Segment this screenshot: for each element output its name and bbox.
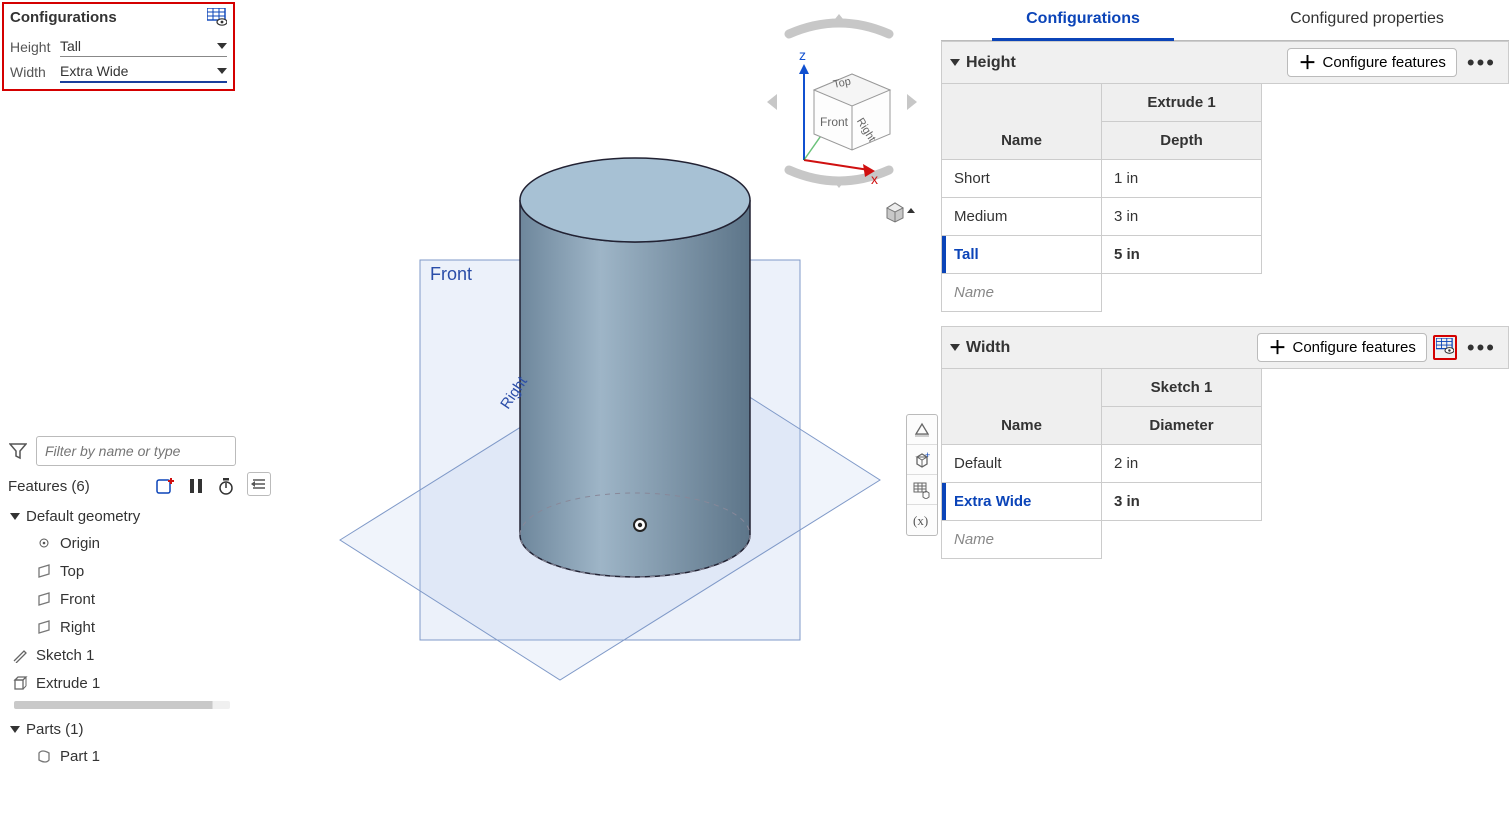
- section-header-height[interactable]: Height ＋ Configure features •••: [941, 41, 1509, 84]
- col-header-feature: Extrude 1: [1102, 84, 1262, 122]
- extrude-icon: [10, 673, 30, 693]
- config-table-width-active-row: Extra Wide 3 in: [941, 483, 1509, 521]
- filter-input[interactable]: [36, 436, 236, 466]
- part-icon: [34, 746, 54, 766]
- config-height-label: Height: [10, 39, 56, 55]
- config-table-visibility-icon[interactable]: [207, 8, 227, 26]
- tree-group-label: Parts (1): [26, 721, 84, 738]
- plane-icon: [34, 561, 54, 581]
- plane-icon: [34, 617, 54, 637]
- insert-part-button[interactable]: +: [907, 445, 937, 475]
- section-title: Width: [966, 339, 1010, 357]
- sketch-icon: [10, 645, 30, 665]
- tree-item-label: Part 1: [60, 748, 100, 765]
- section-header-width[interactable]: Width ＋ Configure features •••: [941, 326, 1509, 369]
- tab-configurations[interactable]: Configurations: [941, 0, 1225, 40]
- configure-features-button[interactable]: ＋ Configure features: [1257, 333, 1426, 362]
- chevron-down-icon: [10, 513, 20, 520]
- cfg-cell-name[interactable]: Medium: [942, 198, 1102, 236]
- col-header-name: Name: [942, 84, 1102, 160]
- col-header-feature: Sketch 1: [1102, 369, 1262, 407]
- configurations-title: Configurations: [10, 9, 117, 26]
- svg-text:Front: Front: [820, 115, 849, 129]
- appearance-tool-button[interactable]: [907, 415, 937, 445]
- tree-item-right[interactable]: Right: [8, 613, 236, 641]
- config-table-button[interactable]: [907, 475, 937, 505]
- button-label: Configure features: [1322, 54, 1445, 71]
- configurations-panel: Configurations Height Tall Width Extra W…: [2, 2, 235, 91]
- scroll-indicator: [14, 701, 230, 709]
- plane-icon: [34, 589, 54, 609]
- view-cube[interactable]: z x y Top Front Right: [759, 10, 924, 200]
- config-table-height: Name Extrude 1 Depth Short 1 in Medium 3…: [941, 84, 1509, 236]
- section-title: Height: [966, 54, 1016, 72]
- tree-item-label: Extrude 1: [36, 675, 100, 692]
- col-header-param: Depth: [1102, 122, 1262, 160]
- config-height-value: Tall: [60, 38, 217, 54]
- tree-item-label: Sketch 1: [36, 647, 94, 664]
- config-height-dropdown[interactable]: Tall: [60, 36, 227, 57]
- features-heading: Features (6): [8, 478, 90, 495]
- tree-group-default-geometry[interactable]: Default geometry: [8, 504, 236, 529]
- tree-item-top[interactable]: Top: [8, 557, 236, 585]
- col-header-name: Name: [942, 369, 1102, 445]
- tab-configured-properties[interactable]: Configured properties: [1225, 0, 1509, 40]
- tree-item-part1[interactable]: Part 1: [8, 742, 236, 770]
- cfg-cell-name[interactable]: Extra Wide: [942, 483, 1102, 521]
- col-header-param: Diameter: [1102, 407, 1262, 445]
- tree-item-label: Origin: [60, 535, 100, 552]
- config-table-visibility-icon[interactable]: [1433, 335, 1457, 360]
- add-feature-icon[interactable]: [156, 476, 176, 496]
- configuration-editor-panel: Configurations Configured properties Hei…: [941, 0, 1509, 840]
- svg-text:x: x: [871, 171, 878, 187]
- tree-item-label: Front: [60, 591, 95, 608]
- tree-item-extrude1[interactable]: Extrude 1: [8, 669, 236, 697]
- button-label: Configure features: [1292, 339, 1415, 356]
- viewport-tool-strip: + (x): [906, 414, 938, 536]
- svg-text:(x): (x): [913, 513, 928, 528]
- tree-item-origin[interactable]: Origin: [8, 529, 236, 557]
- config-width-value: Extra Wide: [60, 63, 217, 79]
- cfg-cell-name[interactable]: Tall: [942, 236, 1102, 274]
- tree-item-front[interactable]: Front: [8, 585, 236, 613]
- tree-item-label: Right: [60, 619, 95, 636]
- chevron-down-icon: [217, 68, 227, 74]
- tree-item-sketch1[interactable]: Sketch 1: [8, 641, 236, 669]
- cfg-cell-value[interactable]: 3 in: [1102, 483, 1262, 521]
- config-width-dropdown[interactable]: Extra Wide: [60, 61, 227, 83]
- plane-label-front: Front: [430, 264, 472, 284]
- cfg-new-row[interactable]: Name: [942, 521, 1102, 559]
- cfg-cell-value[interactable]: 1 in: [1102, 160, 1262, 198]
- chevron-down-icon: [950, 344, 960, 351]
- config-width-label: Width: [10, 64, 56, 80]
- config-table-height-newrow: Name: [941, 274, 1509, 312]
- cfg-cell-name[interactable]: Default: [942, 445, 1102, 483]
- config-table-width: Name Sketch 1 Diameter Default 2 in: [941, 369, 1509, 483]
- tree-group-parts[interactable]: Parts (1): [8, 717, 236, 742]
- configure-features-button[interactable]: ＋ Configure features: [1287, 48, 1456, 77]
- chevron-down-icon: [950, 59, 960, 66]
- variables-button[interactable]: (x): [907, 505, 937, 535]
- cfg-cell-name[interactable]: Short: [942, 160, 1102, 198]
- cfg-cell-value[interactable]: 3 in: [1102, 198, 1262, 236]
- svg-text:+: +: [925, 451, 930, 460]
- origin-icon: [34, 533, 54, 553]
- features-panel: Features (6) Default geometry Origin Top: [2, 432, 242, 772]
- tree-item-label: Top: [60, 563, 84, 580]
- config-table-width-newrow: Name: [941, 521, 1509, 559]
- svg-text:z: z: [799, 47, 806, 63]
- config-table-height-active-row: Tall 5 in: [941, 236, 1509, 274]
- cfg-cell-value[interactable]: 2 in: [1102, 445, 1262, 483]
- tree-group-label: Default geometry: [26, 508, 140, 525]
- pause-icon[interactable]: [186, 476, 206, 496]
- chevron-down-icon: [10, 726, 20, 733]
- filter-icon[interactable]: [8, 441, 28, 461]
- cfg-new-row[interactable]: Name: [942, 274, 1102, 312]
- display-mode-button[interactable]: [883, 200, 919, 227]
- cfg-cell-value[interactable]: 5 in: [1102, 236, 1262, 274]
- stopwatch-icon[interactable]: [216, 476, 236, 496]
- collapse-panel-button[interactable]: [247, 472, 271, 496]
- chevron-down-icon: [217, 43, 227, 49]
